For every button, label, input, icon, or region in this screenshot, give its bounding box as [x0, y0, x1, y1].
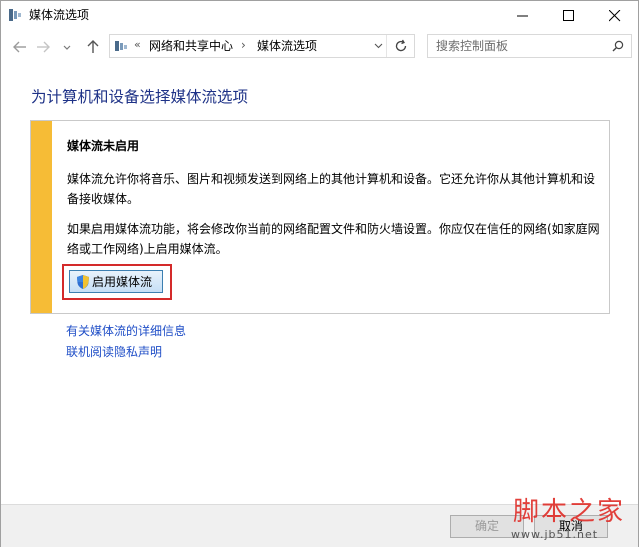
search-box[interactable]: 搜索控制面板 [427, 34, 632, 58]
page-title: 为计算机和设备选择媒体流选项 [31, 88, 249, 106]
title-bar: 媒体流选项 [1, 1, 638, 30]
minimize-icon [517, 15, 528, 17]
panel-warning-text: 如果启用媒体流功能，将会修改你当前的网络配置文件和防火墙设置。你应仅在信任的网络… [67, 222, 600, 256]
breadcrumb-network-sharing-center[interactable]: 网络和共享中心 [149, 39, 233, 53]
refresh-icon[interactable] [393, 38, 409, 54]
media-streaming-window: 媒体流选项 « 网络和共享中心 › 媒体流选项 搜索控制面板 为计算机和设备选择… [0, 0, 639, 547]
address-bar[interactable]: « 网络和共享中心 › 媒体流选项 [109, 34, 415, 58]
panel-description: 媒体流允许你将音乐、图片和视频发送到网络上的其他计算机和设备。它还允许你从其他计… [67, 172, 596, 206]
panel-heading: 媒体流未启用 [67, 139, 140, 153]
control-panel-icon [115, 41, 127, 51]
uac-shield-icon [77, 275, 89, 289]
maximize-button[interactable] [546, 1, 592, 30]
maximize-icon [563, 10, 574, 21]
navigation-bar: « 网络和共享中心 › 媒体流选项 搜索控制面板 [1, 30, 638, 64]
minimize-button[interactable] [500, 1, 546, 30]
breadcrumb-separator-icon[interactable]: › [241, 38, 246, 52]
search-placeholder: 搜索控制面板 [436, 39, 509, 53]
breadcrumb-media-streaming-options[interactable]: 媒体流选项 [257, 39, 317, 53]
watermark-logo: 脚本之家 [513, 497, 626, 527]
search-icon[interactable] [612, 40, 624, 52]
forward-arrow-icon[interactable] [34, 38, 52, 56]
back-arrow-icon[interactable] [11, 38, 29, 56]
enable-button-label: 启用媒体流 [92, 275, 153, 289]
recent-pages-chevron-icon[interactable] [62, 38, 72, 56]
watermark-url: www.jb51.net [511, 528, 599, 541]
warning-stripe [31, 121, 52, 313]
enable-media-streaming-button[interactable]: 启用媒体流 [69, 270, 163, 293]
address-divider [386, 35, 387, 57]
media-streaming-panel: 媒体流未启用 媒体流允许你将音乐、图片和视频发送到网络上的其他计算机和设备。它还… [30, 120, 610, 314]
network-app-icon [9, 9, 21, 21]
close-icon [609, 10, 621, 22]
window-title: 媒体流选项 [29, 8, 90, 22]
media-streaming-details-link[interactable]: 有关媒体流的详细信息 [66, 323, 186, 339]
breadcrumb-overflow[interactable]: « [134, 38, 141, 51]
address-dropdown-icon[interactable] [374, 42, 383, 50]
privacy-statement-link[interactable]: 联机阅读隐私声明 [66, 344, 162, 360]
up-arrow-icon[interactable] [84, 38, 102, 56]
close-button[interactable] [592, 1, 638, 30]
